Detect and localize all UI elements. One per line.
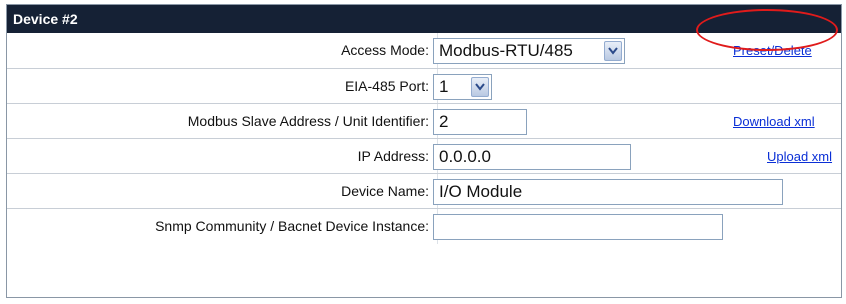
row-ip-address: IP Address: 0.0.0.0 Upload xml — [7, 138, 841, 174]
access-mode-select[interactable]: Modbus-RTU/485 — [433, 38, 625, 64]
device-name-label: Device Name: — [341, 183, 429, 199]
row-snmp-community: Snmp Community / Bacnet Device Instance: — [7, 208, 841, 244]
row-slave-address: Modbus Slave Address / Unit Identifier: … — [7, 103, 841, 139]
slave-address-label: Modbus Slave Address / Unit Identifier: — [187, 113, 429, 129]
ip-address-input[interactable]: 0.0.0.0 — [433, 144, 631, 170]
upload-xml-link[interactable]: Upload xml — [767, 139, 832, 174]
chevron-down-icon[interactable] — [471, 77, 489, 97]
access-mode-value: Modbus-RTU/485 — [439, 41, 573, 60]
download-xml-link[interactable]: Download xml — [733, 104, 815, 139]
access-mode-label: Access Mode: — [341, 42, 429, 58]
eia-port-label: EIA-485 Port: — [344, 78, 429, 94]
chevron-down-icon[interactable] — [604, 41, 622, 61]
row-eia-port: EIA-485 Port: 1 — [7, 68, 841, 104]
device-panel: Device #2 Access Mode: Modbus-RTU/485 Pr… — [6, 4, 842, 298]
ip-address-label: IP Address: — [357, 148, 429, 164]
device-name-input[interactable]: I/O Module — [433, 179, 783, 205]
eia-port-select[interactable]: 1 — [433, 74, 492, 100]
eia-port-value: 1 — [439, 77, 449, 96]
slave-address-input[interactable]: 2 — [433, 109, 527, 135]
snmp-community-label: Snmp Community / Bacnet Device Instance: — [155, 218, 429, 234]
highlight-annotation — [696, 9, 838, 51]
snmp-community-input[interactable] — [433, 214, 723, 240]
row-device-name: Device Name: I/O Module — [7, 173, 841, 209]
